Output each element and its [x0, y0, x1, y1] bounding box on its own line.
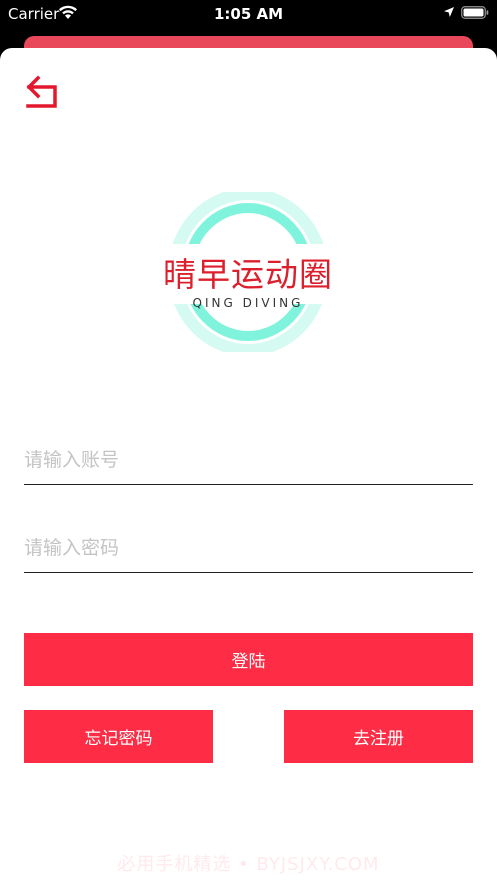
watermark-text: 必用手机精选 • BYJSJXY.COM — [117, 854, 380, 875]
register-button[interactable]: 去注册 — [284, 710, 473, 763]
account-input[interactable] — [24, 436, 473, 484]
location-arrow-icon — [444, 7, 454, 17]
logo-title: 晴早运动圈 — [163, 255, 333, 294]
login-button[interactable]: 登陆 — [24, 633, 473, 686]
login-sheet: 晴早运动圈 QING DIVING 登陆 忘记密码 去注册 必用手机精选 • B… — [0, 48, 497, 883]
login-button-label: 登陆 — [231, 652, 266, 672]
forgot-password-label: 忘记密码 — [84, 729, 153, 749]
password-input[interactable] — [24, 524, 473, 572]
battery-icon — [461, 6, 489, 19]
account-field — [24, 436, 473, 485]
password-field — [24, 524, 473, 573]
status-time: 1:05 AM — [213, 5, 284, 23]
register-button-label: 去注册 — [353, 729, 404, 749]
app-logo: 晴早运动圈 QING DIVING — [160, 192, 336, 352]
logo-subtitle: QING DIVING — [192, 296, 304, 310]
forgot-password-button[interactable]: 忘记密码 — [24, 710, 213, 763]
back-arrow-icon[interactable] — [24, 74, 60, 110]
status-bar: Carrier 1:05 AM — [0, 0, 497, 28]
